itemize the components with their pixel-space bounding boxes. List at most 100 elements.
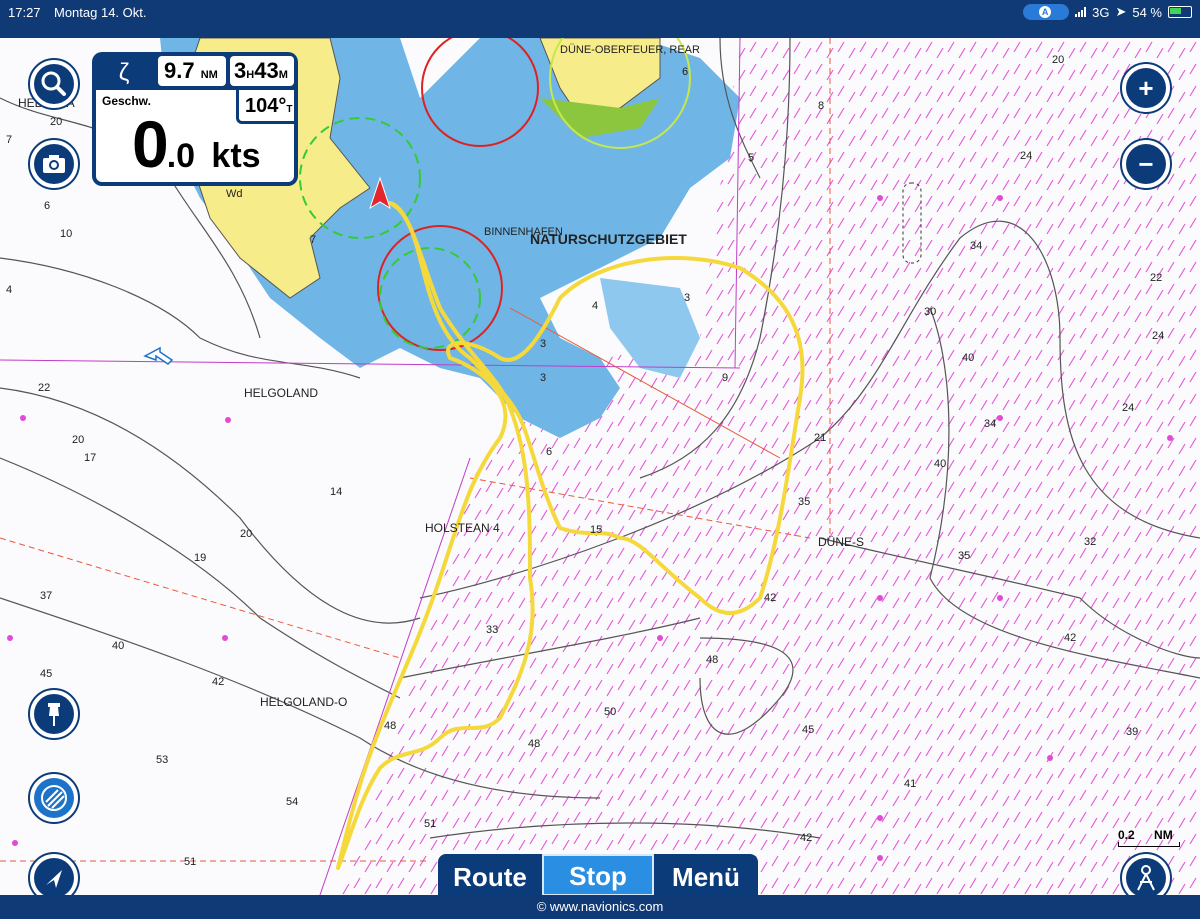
depth-sounding: 41: [904, 778, 917, 790]
speed-int: 0: [132, 107, 169, 181]
depth-sounding: 15: [590, 524, 603, 536]
pin-icon: [34, 694, 74, 734]
depth-sounding: 6: [682, 66, 689, 78]
bottom-tab-bar: Route Stop Menü: [438, 854, 758, 896]
depth-sounding: 19: [194, 552, 207, 564]
depth-sounding: 3: [540, 372, 547, 384]
speed-dec: .0: [166, 137, 196, 175]
distance-unit: NM: [200, 69, 218, 81]
network-label: 3G: [1092, 4, 1110, 20]
depth-sounding: 4: [6, 284, 13, 296]
depth-sounding: 3: [684, 292, 691, 304]
signal-icon: [1075, 7, 1087, 17]
depth-sounding: 34: [984, 418, 997, 430]
depth-sounding: 4: [592, 300, 599, 312]
scale-value: 0.2: [1118, 828, 1135, 842]
distance-readout: 9.7 NM: [158, 56, 226, 86]
heading-unit: T: [286, 104, 293, 115]
minus-icon: −: [1126, 144, 1166, 184]
navigation-info-panel[interactable]: ζ 9.7 NM 3H43M Geschw. 0.0 kts 104°T: [92, 52, 298, 186]
depth-sounding: 20: [240, 528, 253, 540]
depth-sounding: 40: [112, 640, 125, 652]
eta-minutes-unit: M: [278, 69, 288, 81]
search-icon: [34, 64, 74, 104]
scale-unit: NM: [1154, 828, 1173, 842]
depth-sounding: 20: [50, 116, 63, 128]
depth-sounding: 48: [384, 720, 397, 732]
depth-sounding: 42: [764, 592, 777, 604]
zoom-out-button[interactable]: −: [1120, 138, 1172, 190]
depth-sounding: 40: [934, 458, 947, 470]
depth-sounding: 32: [1084, 536, 1097, 548]
zoom-in-button[interactable]: +: [1120, 62, 1172, 114]
depth-sounding: 48: [528, 738, 541, 750]
depth-sounding: 6: [546, 446, 553, 458]
depth-sounding: 34: [970, 240, 983, 252]
depth-sounding: 42: [212, 676, 225, 688]
depth-sounding: 24: [1020, 150, 1033, 162]
battery-label: 54 %: [1132, 4, 1162, 20]
layers-button[interactable]: [28, 772, 80, 824]
speed-unit: kts: [211, 137, 261, 175]
person-icon: [1126, 858, 1166, 898]
depth-sounding: 40: [962, 352, 975, 364]
eta-readout: 3H43M: [230, 56, 294, 86]
stop-tab[interactable]: Stop: [542, 854, 654, 896]
locate-icon: [34, 858, 74, 898]
depth-sounding: 3: [540, 338, 547, 350]
depth-sounding: 53: [156, 754, 169, 766]
depth-sounding: 20: [72, 434, 85, 446]
depth-sounding: 45: [40, 668, 53, 680]
eta-minutes: 43: [254, 58, 279, 83]
route-tab[interactable]: Route: [438, 854, 542, 896]
label-duene-oberfeuer: DÜNE-OBERFEUER, REAR: [560, 44, 700, 56]
depth-sounding: 37: [40, 590, 53, 602]
navionics-logo-icon: ζ: [118, 59, 130, 86]
depth-sounding: 22: [38, 382, 51, 394]
eta-hours: 3: [234, 58, 247, 83]
menu-tab[interactable]: Menü: [654, 854, 758, 896]
status-right: A 3G ➤ 54 %: [1023, 4, 1192, 20]
depth-sounding: 17: [84, 452, 97, 464]
heading-value: 104°: [245, 95, 287, 117]
depth-sounding: 10: [60, 228, 73, 240]
depth-sounding: 35: [958, 550, 971, 562]
app-icon: A: [1039, 6, 1052, 18]
status-date: Montag 14. Okt.: [54, 5, 147, 20]
depth-sounding: 45: [802, 724, 815, 736]
depth-sounding: 35: [798, 496, 811, 508]
depth-sounding: 51: [424, 818, 437, 830]
depth-sounding: 21: [814, 432, 827, 444]
app-pill: A: [1023, 4, 1070, 20]
copyright-footer: © www.navionics.com: [0, 895, 1200, 919]
depth-sounding: 24: [1152, 330, 1165, 342]
label-helgoland-o: HELGOLAND-O: [260, 695, 348, 709]
status-time: 17:27: [8, 5, 41, 20]
plus-icon: +: [1126, 68, 1166, 108]
depth-sounding: 20: [1052, 54, 1065, 66]
depth-sounding: 54: [286, 796, 299, 808]
pin-button[interactable]: [28, 688, 80, 740]
scale-bar: [1118, 842, 1180, 847]
depth-sounding: 8: [818, 100, 825, 112]
camera-button[interactable]: [28, 138, 80, 190]
depth-sounding: 9: [722, 372, 729, 384]
depth-sounding: 30: [924, 306, 937, 318]
heading-readout: 104°T: [236, 90, 294, 124]
depth-sounding: 14: [330, 486, 343, 498]
camera-icon: [34, 144, 74, 184]
map-scale: 0.2 NM: [1118, 828, 1180, 847]
depth-sounding: 39: [1126, 726, 1139, 738]
search-button[interactable]: [28, 58, 80, 110]
battery-icon: [1168, 6, 1192, 18]
depth-sounding: 5: [748, 152, 755, 164]
depth-sounding: 7: [6, 134, 13, 146]
depth-sounding: 51: [184, 856, 197, 868]
label-holstean: HOLSTEAN 4: [425, 521, 500, 535]
depth-sounding: 22: [1150, 272, 1163, 284]
depth-sounding: 42: [800, 832, 813, 844]
speed-label: Geschw.: [102, 94, 151, 108]
speed-box: Geschw. 0.0 kts 104°T: [96, 90, 294, 182]
eta-hours-unit: H: [246, 69, 255, 81]
depth-sounding: 50: [604, 706, 617, 718]
